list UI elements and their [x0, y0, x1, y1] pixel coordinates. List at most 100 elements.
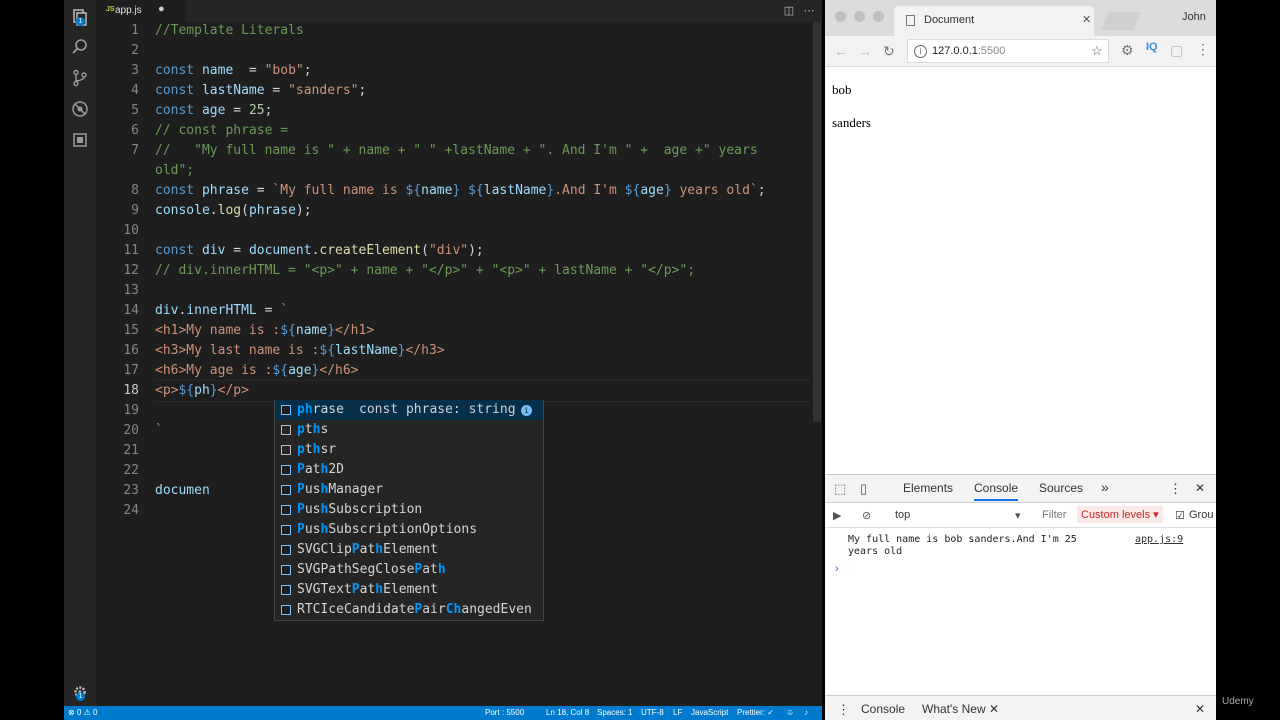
suggestion-item[interactable]: SVGPathSegClosePath [275, 560, 543, 580]
bookmark-star-icon[interactable]: ☆ [1091, 43, 1103, 59]
devtools-menu-icon[interactable]: ⋮ [1169, 481, 1182, 497]
close-tab-icon[interactable]: ✕ [1082, 13, 1091, 26]
suggestion-item[interactable]: pths [275, 420, 543, 440]
code-token: ` [155, 423, 163, 438]
feedback-smiley-icon[interactable]: ☺ [786, 708, 794, 717]
suggestion-label-part: Element [383, 542, 438, 557]
code-line: // div.innerHTML = "<p>" + name + "</p>"… [155, 263, 695, 278]
info-icon[interactable]: i [521, 405, 532, 416]
more-actions-icon[interactable]: ⋯ [802, 4, 816, 18]
code-line: ` [155, 423, 163, 438]
extensions-icon[interactable] [71, 131, 89, 149]
tab-label: app.js [115, 5, 142, 16]
clear-console-icon[interactable]: ⊘ [862, 509, 871, 522]
unsaved-dot-icon[interactable]: ● [158, 3, 165, 15]
chrome-menu-icon[interactable]: ⋮ [1196, 41, 1210, 58]
code-token: <p> [155, 383, 179, 398]
code-token: ( [421, 243, 429, 258]
encoding-setting[interactable]: UTF-8 [641, 708, 664, 717]
browser-tab[interactable]: Document ✕ [894, 6, 1094, 36]
status-bar: ⊗ 0 ⚠ 0 Port : 5500 Ln 18, Col 8 Spaces:… [64, 706, 822, 720]
debug-icon[interactable] [71, 100, 89, 118]
forward-arrow-icon[interactable]: → [858, 43, 872, 59]
suggestion-item[interactable]: PushManager [275, 480, 543, 500]
code-line: // "My full name is " + name + " " +last… [155, 143, 758, 158]
activity-bar: 1 1 [64, 0, 96, 706]
suggestion-item[interactable]: RTCIceCandidatePairChangedEven [275, 600, 543, 620]
tab-console[interactable]: Console [974, 481, 1019, 501]
split-editor-icon[interactable]: ◫ [782, 4, 796, 18]
code-line: <h3>My last name is :${lastName}</h3> [155, 343, 445, 358]
suggestion-label-part: h [375, 542, 384, 557]
suggestion-item[interactable]: PushSubscription [275, 500, 543, 520]
suggestion-item[interactable]: Path2D [275, 460, 543, 480]
code-line: const name = "bob"; [155, 63, 312, 78]
line-number: 20 [123, 423, 139, 438]
close-devtools-icon[interactable]: ✕ [1195, 481, 1205, 495]
info-icon[interactable]: i [914, 45, 927, 58]
source-control-icon[interactable] [71, 69, 89, 87]
group-similar-checkbox[interactable]: ☑ [1175, 509, 1185, 522]
suggestion-item[interactable]: SVGTextPathElement [275, 580, 543, 600]
new-tab-button[interactable] [1101, 12, 1141, 30]
live-server-port[interactable]: Port : 5500 [485, 708, 524, 717]
profile-name[interactable]: John [1182, 11, 1206, 23]
text-suggestion-icon [281, 425, 291, 435]
tab-app-js[interactable]: JS app.js ● [96, 0, 186, 22]
reload-icon[interactable]: ↻ [883, 43, 895, 60]
minimize-window-button[interactable] [854, 11, 865, 22]
suggestion-label-part: p [297, 442, 305, 457]
suggestion-item[interactable]: pthsr [275, 440, 543, 460]
eol-setting[interactable]: LF [673, 708, 682, 717]
address-bar[interactable]: i 127.0.0.1:5500 ☆ [907, 39, 1109, 63]
editor-scrollbar[interactable] [813, 22, 821, 422]
suggestion-label-part: angedEven [461, 602, 532, 617]
suggestion-item[interactable]: phrase const phrase: string i [275, 400, 543, 420]
suggestion-item[interactable]: SVGClipPathElement [275, 540, 543, 560]
drawer-menu-icon[interactable]: ⋮ [837, 702, 850, 718]
suggestion-item[interactable]: PushSubscriptionOptions [275, 520, 543, 540]
extension-puzzle-icon[interactable]: ⚙ [1121, 42, 1134, 59]
tab-sources[interactable]: Sources [1039, 481, 1083, 495]
line-number: 13 [123, 283, 139, 298]
sidebar-toggle-icon[interactable]: ▶ [833, 509, 841, 522]
context-select[interactable]: top [895, 509, 910, 521]
search-icon[interactable] [71, 38, 89, 56]
code-token: ${ [319, 343, 336, 358]
tab-elements[interactable]: Elements [903, 481, 953, 495]
problems-indicator[interactable]: ⊗ 0 ⚠ 0 [68, 708, 97, 717]
indentation-setting[interactable]: Spaces: 1 [597, 708, 633, 717]
code-token: div [155, 303, 179, 318]
close-whats-new-icon[interactable]: ✕ [989, 702, 999, 716]
cursor-position[interactable]: Ln 18, Col 8 [546, 708, 589, 717]
close-window-button[interactable] [835, 11, 846, 22]
suggestion-label-part: P [297, 502, 305, 517]
drawer-tab-console[interactable]: Console [861, 702, 905, 716]
console-log-source-link[interactable]: app.js:9 [1135, 534, 1183, 545]
maximize-window-button[interactable] [873, 11, 884, 22]
back-arrow-icon[interactable]: ← [834, 43, 848, 59]
console-prompt[interactable]: › [835, 563, 839, 575]
notifications-bell-icon[interactable]: ♪ [804, 708, 808, 717]
code-token: ( [241, 203, 249, 218]
suggestion-label-part: at [422, 562, 438, 577]
code-token: // "My full name is " + name + " " +last… [155, 143, 758, 158]
language-mode[interactable]: JavaScript [691, 708, 728, 717]
autocomplete-suggest-widget[interactable]: phrase const phrase: string i pths pthsr Path… [274, 400, 544, 621]
more-tabs-icon[interactable]: » [1101, 479, 1109, 495]
context-dropdown-icon[interactable]: ▾ [1015, 509, 1021, 522]
inspect-element-icon[interactable]: ⬚ [834, 481, 846, 497]
prettier-status[interactable]: Prettier: ✓ [737, 708, 774, 717]
suggestion-label: SVGClipPathElement [297, 540, 438, 560]
close-drawer-icon[interactable]: ✕ [1195, 702, 1205, 716]
class-icon [281, 505, 291, 515]
log-levels-dropdown[interactable]: Custom levels ▾ [1077, 506, 1163, 523]
console-filter-input[interactable]: Filter [1042, 509, 1066, 521]
iq-extension-icon[interactable]: IQ [1146, 41, 1158, 53]
cast-icon[interactable]: ▢ [1170, 42, 1183, 59]
device-toolbar-icon[interactable]: ▯ [860, 481, 867, 497]
line-number: 24 [123, 503, 139, 518]
drawer-tab-whats-new[interactable]: What's New [922, 702, 986, 716]
code-token: } [209, 383, 218, 398]
